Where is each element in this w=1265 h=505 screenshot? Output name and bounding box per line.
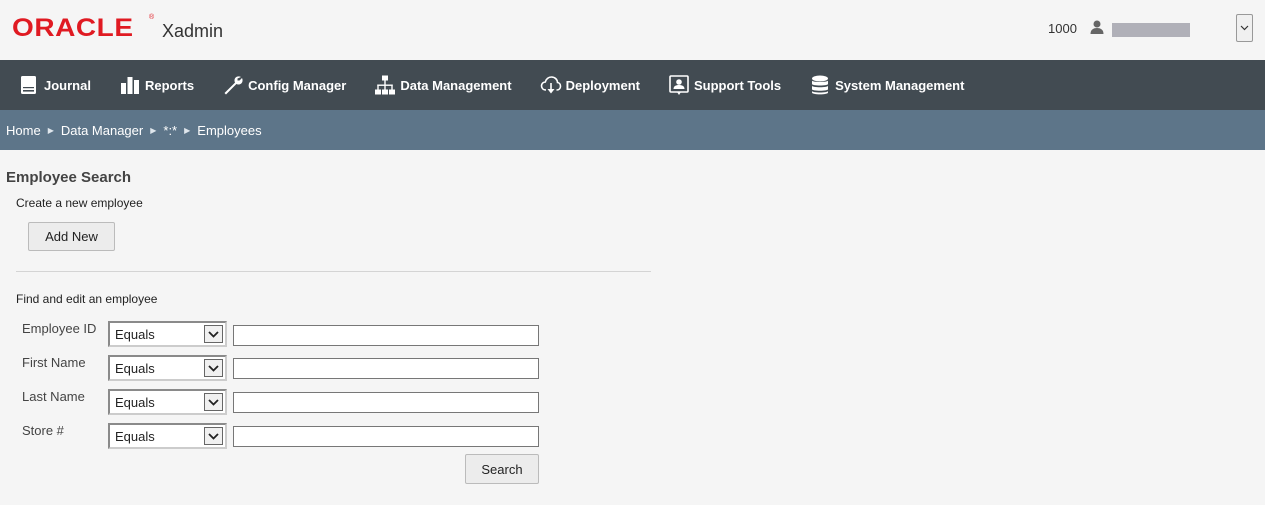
nav-config-manager[interactable]: Config Manager	[222, 60, 346, 110]
store-number-operator-select[interactable]: Equals	[108, 423, 227, 449]
app-name: Xadmin	[162, 21, 224, 41]
breadcrumb: Home ▶ Data Manager ▶ *:* ▶ Employees	[0, 110, 1265, 150]
breadcrumb-org-scope[interactable]: *:*	[163, 123, 177, 138]
employee-id-label: Employee ID	[22, 321, 97, 336]
breadcrumb-separator-icon: ▶	[150, 125, 157, 135]
nav-journal[interactable]: Journal	[18, 60, 91, 110]
store-number-label: Store #	[22, 423, 64, 438]
first-name-operator-value: Equals	[115, 360, 155, 376]
breadcrumb-data-manager[interactable]: Data Manager	[61, 123, 143, 138]
user-name-redacted	[1112, 23, 1190, 37]
main-nav: Journal Reports Config Manager Data Mana…	[0, 60, 1265, 110]
chevron-down-icon	[204, 427, 223, 445]
nav-system-management-label: System Management	[835, 77, 965, 93]
section-divider	[16, 271, 651, 272]
page-title: Employee Search	[6, 169, 132, 186]
wrench-icon	[224, 76, 243, 95]
nav-reports-label: Reports	[144, 77, 195, 93]
trademark-mark: ®	[149, 14, 155, 21]
breadcrumb-home[interactable]: Home	[6, 123, 41, 138]
first-name-operator-select[interactable]: Equals	[108, 355, 227, 381]
nav-reports[interactable]: Reports	[119, 60, 194, 110]
breadcrumb-separator-icon: ▶	[47, 125, 54, 135]
search-button[interactable]: Search	[465, 454, 539, 484]
chevron-down-icon	[204, 393, 223, 411]
support-icon	[669, 75, 689, 95]
store-number-input[interactable]	[233, 426, 539, 447]
first-name-label: First Name	[22, 355, 86, 370]
chevron-down-icon	[1240, 25, 1249, 31]
cloud-download-icon	[540, 76, 561, 94]
nav-journal-label: Journal	[44, 77, 91, 93]
oracle-logo[interactable]: ORACLE	[12, 14, 134, 43]
last-name-operator-value: Equals	[115, 394, 155, 410]
bar-chart-icon	[120, 77, 139, 94]
last-name-input[interactable]	[233, 392, 539, 413]
chevron-down-icon	[204, 359, 223, 377]
journal-icon	[21, 76, 36, 94]
nav-data-management[interactable]: Data Management	[374, 60, 512, 110]
user-id: 1000	[1048, 21, 1077, 36]
user-icon	[1090, 20, 1104, 34]
employee-id-operator-value: Equals	[115, 326, 155, 342]
nav-deployment-label: Deployment	[565, 77, 640, 93]
last-name-operator-select[interactable]: Equals	[108, 389, 227, 415]
nav-config-manager-label: Config Manager	[248, 77, 347, 93]
nav-data-management-label: Data Management	[400, 77, 512, 93]
nav-system-management[interactable]: System Management	[809, 60, 964, 110]
breadcrumb-separator-icon: ▶	[184, 125, 191, 135]
store-number-operator-value: Equals	[115, 428, 155, 444]
employee-id-operator-select[interactable]: Equals	[108, 321, 227, 347]
first-name-input[interactable]	[233, 358, 539, 379]
add-new-button[interactable]: Add New	[28, 222, 115, 251]
breadcrumb-current: Employees	[197, 122, 262, 138]
nav-deployment[interactable]: Deployment	[540, 60, 640, 110]
user-menu-dropdown[interactable]	[1236, 14, 1253, 42]
create-employee-label: Create a new employee	[16, 196, 143, 210]
chevron-down-icon	[204, 325, 223, 343]
employee-id-input[interactable]	[233, 325, 539, 346]
nav-support-tools-label: Support Tools	[693, 77, 782, 93]
app-header: ORACLE ® Xadmin 1000	[0, 0, 1265, 60]
database-icon	[812, 75, 829, 95]
find-employee-label: Find and edit an employee	[16, 292, 158, 306]
last-name-label: Last Name	[22, 389, 85, 404]
nav-support-tools[interactable]: Support Tools	[668, 60, 781, 110]
hierarchy-icon	[375, 75, 396, 95]
